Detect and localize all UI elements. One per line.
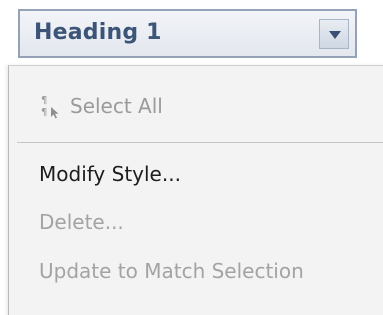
menu-item-update-to-match-selection[interactable]: Update to Match Selection bbox=[39, 259, 304, 283]
style-context-menu: ¶ ¶ Select All Modify Style... Delete...… bbox=[8, 65, 383, 315]
select-all-icon: ¶ ¶ bbox=[41, 95, 59, 119]
style-picker-screen: Heading 1 ¶ ¶ Select All Modify Style...… bbox=[0, 0, 383, 315]
select-all-label: Select All bbox=[70, 94, 163, 118]
menu-separator bbox=[17, 142, 383, 143]
style-select-arrow-button[interactable] bbox=[319, 19, 349, 49]
style-select-dropdown[interactable]: Heading 1 bbox=[18, 9, 357, 58]
svg-text:¶: ¶ bbox=[41, 95, 47, 106]
menu-item-select-all[interactable]: ¶ ¶ Select All bbox=[40, 91, 163, 121]
menu-item-delete[interactable]: Delete... bbox=[39, 210, 124, 234]
chevron-down-icon bbox=[329, 31, 341, 39]
svg-text:¶: ¶ bbox=[41, 107, 47, 118]
style-select-value: Heading 1 bbox=[34, 20, 162, 45]
menu-item-modify-style[interactable]: Modify Style... bbox=[39, 162, 181, 186]
